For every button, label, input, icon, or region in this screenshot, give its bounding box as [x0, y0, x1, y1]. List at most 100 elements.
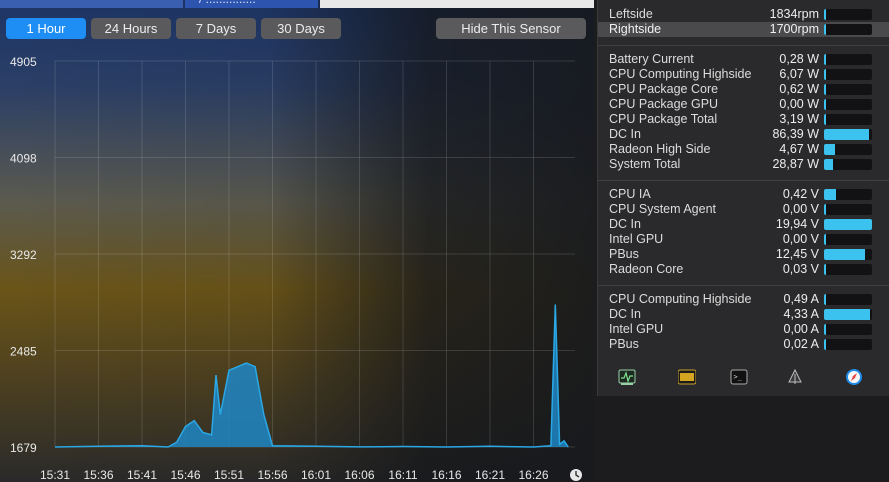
sensor-row-voltage[interactable]: Radeon Core 0,03 V	[598, 262, 889, 277]
sensor-level-fill	[824, 54, 826, 65]
sensor-label: DC In	[609, 127, 641, 141]
sensor-level-bar	[824, 309, 872, 320]
sensor-level-bar	[824, 249, 872, 260]
group-separator	[598, 180, 889, 181]
sensor-label: Rightside	[609, 22, 662, 36]
sensor-level-bar	[824, 339, 872, 350]
chart-line-series	[54, 304, 569, 448]
group-separator	[598, 45, 889, 46]
sensor-row-fans[interactable]: Leftside 1834rpm	[598, 7, 889, 22]
sensor-row-voltage[interactable]: Intel GPU 0,00 V	[598, 232, 889, 247]
x-tick-label: 15:31	[40, 468, 70, 482]
sensor-label: Radeon Core	[609, 262, 684, 276]
sensor-row-current[interactable]: Intel GPU 0,00 A	[598, 322, 889, 337]
sensor-level-fill	[824, 24, 826, 35]
sensor-value: 0,00 V	[782, 232, 819, 246]
sensor-level-bar	[824, 189, 872, 200]
svg-text:>_: >_	[734, 373, 743, 381]
sensor-row-power[interactable]: CPU Package Total 3,19 W	[598, 112, 889, 127]
sensor-label: Leftside	[609, 7, 653, 21]
sensor-value: 86,39 W	[772, 127, 819, 141]
x-tick-label: 16:11	[388, 468, 417, 482]
sensor-level-fill	[824, 144, 835, 155]
sensor-row-current[interactable]: CPU Computing Highside 0,49 A	[598, 292, 889, 307]
x-tick-label: 15:51	[214, 468, 244, 482]
sensor-value: 0,62 W	[779, 82, 819, 96]
sensor-row-power[interactable]: System Total 28,87 W	[598, 157, 889, 172]
tree-icon[interactable]	[786, 368, 804, 386]
sensor-level-bar	[824, 264, 872, 275]
sensor-label: System Total	[609, 157, 681, 171]
sensor-row-voltage[interactable]: PBus 12,45 V	[598, 247, 889, 262]
x-tick-label: 16:21	[475, 468, 505, 482]
sensor-label: Intel GPU	[609, 322, 664, 336]
terminal-icon[interactable]: >_	[730, 368, 748, 386]
sensor-level-bar	[824, 324, 872, 335]
sensor-level-fill	[824, 324, 826, 335]
x-tick-label: 16:01	[301, 468, 331, 482]
sensor-graph-window: / ............... 1 Hour 24 Hours 7 Days…	[0, 0, 594, 482]
sensor-label: DC In	[609, 307, 641, 321]
y-tick-label: 4905	[10, 55, 37, 69]
sensor-label: Battery Current	[609, 52, 694, 66]
sensor-value: 0,03 V	[782, 262, 819, 276]
sensor-level-bar	[824, 219, 872, 230]
sensor-row-current[interactable]: PBus 0,02 A	[598, 337, 889, 352]
sensor-level-fill	[824, 114, 826, 125]
sensor-list-panel: Leftside 1834rpm Rightside 1700rpm Battery C…	[597, 0, 889, 396]
x-tick-label: 15:36	[83, 468, 113, 482]
sensor-row-current[interactable]: DC In 4,33 A	[598, 307, 889, 322]
sensor-level-bar	[824, 9, 872, 20]
sensor-level-bar	[824, 99, 872, 110]
sensor-level-bar	[824, 84, 872, 95]
sensor-value: 0,00 A	[783, 322, 819, 336]
sensor-level-fill	[824, 249, 865, 260]
sensor-level-bar	[824, 204, 872, 215]
sensor-label: DC In	[609, 217, 641, 231]
activity-monitor-icon[interactable]	[618, 368, 636, 386]
y-tick-label: 2485	[10, 345, 37, 359]
sensor-row-voltage[interactable]: DC In 19,94 V	[598, 217, 889, 232]
sensor-label: CPU IA	[609, 187, 651, 201]
sensor-row-power[interactable]: Battery Current 0,28 W	[598, 52, 889, 67]
sensor-label: PBus	[609, 247, 639, 261]
sensor-value: 0,42 V	[782, 187, 819, 201]
sensor-value: 28,87 W	[772, 157, 819, 171]
sensor-value: 12,45 V	[775, 247, 819, 261]
sensor-value: 4,67 W	[779, 142, 819, 156]
y-tick-label: 3292	[10, 248, 37, 262]
sensor-level-fill	[824, 189, 836, 200]
sensor-row-voltage[interactable]: CPU System Agent 0,00 V	[598, 202, 889, 217]
clock-icon[interactable]	[570, 469, 582, 481]
sensor-row-power[interactable]: Radeon High Side 4,67 W	[598, 142, 889, 157]
sensor-level-bar	[824, 144, 872, 155]
fan-speed-chart: 4905 4098 3292 2485 1679 15:31 15:36 15:41 15:4…	[10, 55, 582, 482]
sensor-row-fans[interactable]: Rightside 1700rpm	[598, 22, 889, 37]
sensor-label: CPU Package Total	[609, 112, 718, 126]
sensor-level-fill	[824, 84, 826, 95]
chart-area-series	[55, 304, 569, 447]
sensor-row-voltage[interactable]: CPU IA 0,42 V	[598, 187, 889, 202]
sensor-row-power[interactable]: DC In 86,39 W	[598, 127, 889, 142]
sensor-value: 0,02 A	[783, 337, 819, 351]
sensor-label: CPU System Agent	[609, 202, 716, 216]
sensor-value: 0,28 W	[779, 52, 819, 66]
radeon-badge-icon[interactable]	[677, 368, 697, 386]
sensor-value: 0,00 W	[779, 97, 819, 111]
x-tick-label: 16:06	[344, 468, 374, 482]
x-tick-label: 15:56	[257, 468, 287, 482]
sensor-level-fill	[824, 204, 826, 215]
sensor-level-fill	[824, 129, 869, 140]
sensor-value: 6,07 W	[779, 67, 819, 81]
safari-icon[interactable]	[845, 368, 863, 386]
sensor-level-fill	[824, 294, 826, 305]
sensor-level-bar	[824, 24, 872, 35]
sensor-row-power[interactable]: CPU Package GPU 0,00 W	[598, 97, 889, 112]
sensor-value: 1700rpm	[769, 22, 819, 36]
sensor-label: Intel GPU	[609, 232, 664, 246]
sensor-value: 0,49 A	[783, 292, 819, 306]
sensor-row-power[interactable]: CPU Computing Highside 6,07 W	[598, 67, 889, 82]
sensor-row-power[interactable]: CPU Package Core 0,62 W	[598, 82, 889, 97]
sensor-level-fill	[824, 99, 826, 110]
sensor-label: PBus	[609, 337, 639, 351]
